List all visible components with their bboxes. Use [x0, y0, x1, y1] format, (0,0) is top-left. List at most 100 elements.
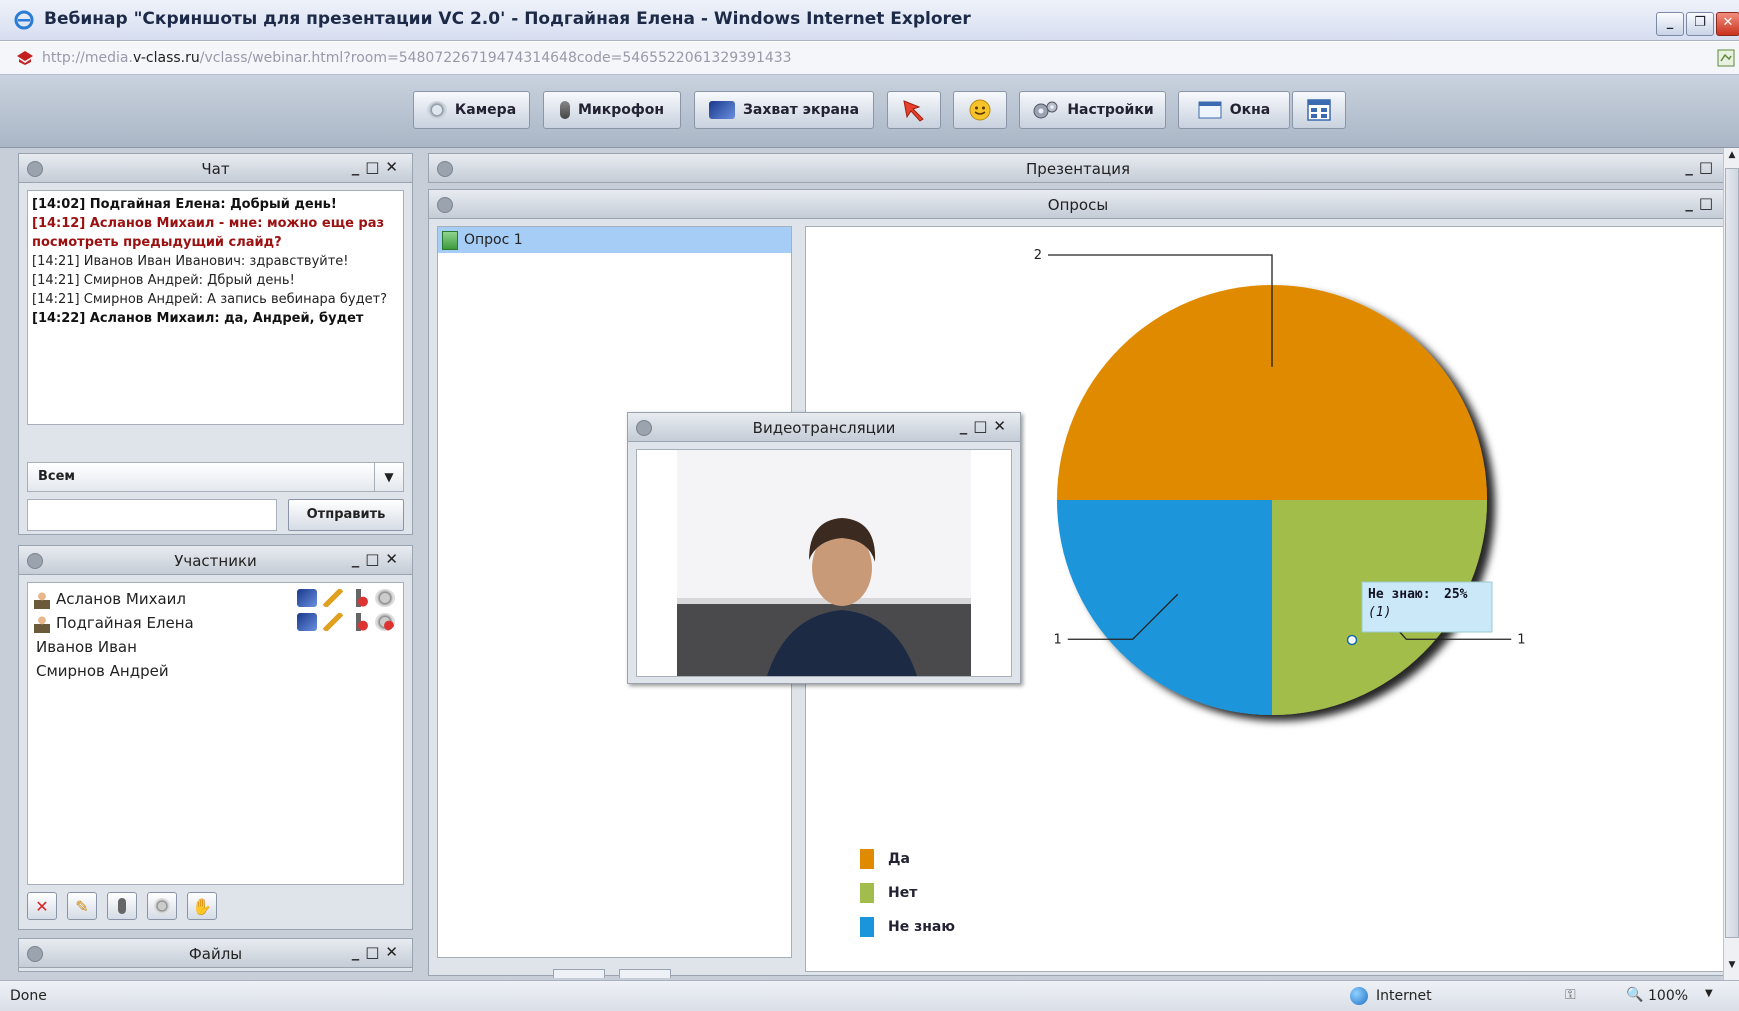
- participant-name: Подгайная Елена: [56, 614, 194, 632]
- remove-user-button[interactable]: ✕: [27, 892, 57, 920]
- pointer-arrow-icon: [903, 100, 924, 122]
- participant-row[interactable]: Подгайная Елена: [34, 611, 399, 635]
- scrollbar-thumb[interactable]: [1725, 168, 1739, 938]
- pencil-icon[interactable]: [323, 613, 343, 631]
- emoticon-button[interactable]: [953, 91, 1007, 129]
- poll-item-label: Опрос 1: [464, 232, 523, 248]
- presentation-panel-header[interactable]: Презентация _□: [429, 154, 1727, 183]
- raise-hand-button[interactable]: ✋: [187, 892, 217, 920]
- settings-button[interactable]: Настройки: [1019, 91, 1166, 129]
- participants-panel: Участники _□✕ Асланов Михаил Подгайная Е…: [18, 545, 413, 930]
- chat-message: [14:21] Смирнов Андрей: А запись вебинар…: [32, 292, 388, 307]
- participants-panel-header[interactable]: Участники _□✕: [19, 546, 412, 575]
- url-text[interactable]: http://media.v-class.ru/vclass/webinar.h…: [42, 50, 792, 66]
- window-title-bar: Вебинар "Скриншоты для презентации VC 2.…: [0, 0, 1739, 41]
- status-text: Done: [10, 988, 47, 1004]
- add-poll-button[interactable]: [553, 969, 605, 978]
- panel-window-controls[interactable]: _□✕: [960, 417, 1012, 435]
- chat-message: [14:21] Иванов Иван Иванович: здравствуй…: [32, 254, 349, 269]
- pointer-button[interactable]: [887, 91, 941, 129]
- windows-icon: [1198, 101, 1222, 119]
- webinar-toolbar: Камера Микрофон Захват экрана Настройки …: [0, 75, 1739, 148]
- panel-window-controls[interactable]: _□: [1685, 158, 1719, 176]
- files-panel-header[interactable]: Файлы _□✕: [19, 939, 412, 968]
- screen-capture-label: Захват экрана: [742, 102, 860, 118]
- chevron-down-icon[interactable]: ▼: [374, 463, 403, 491]
- participant-row[interactable]: Иванов Иван: [34, 635, 399, 659]
- layout-button[interactable]: [1292, 91, 1346, 129]
- microphone-icon[interactable]: [349, 613, 369, 631]
- globe-icon: [1350, 987, 1368, 1005]
- callout-label: 2: [1034, 248, 1042, 263]
- chat-message: [14:21] Смирнов Андрей: Дбрый день!: [32, 273, 295, 288]
- microphone-button[interactable]: Микрофон: [543, 91, 681, 129]
- participant-row[interactable]: Асланов Михаил: [34, 587, 399, 611]
- participant-name: Смирнов Андрей: [36, 662, 169, 680]
- close-button[interactable]: ✕: [1716, 12, 1739, 36]
- microphone-label: Микрофон: [577, 102, 665, 118]
- panel-window-controls[interactable]: _□✕: [352, 943, 404, 961]
- panel-window-controls[interactable]: _□✕: [352, 550, 404, 568]
- legend-label: Не знаю: [888, 919, 955, 935]
- files-panel: Файлы _□✕: [18, 938, 413, 972]
- panel-window-controls[interactable]: _□: [1685, 194, 1719, 212]
- protected-mode-icon[interactable]: ⚿: [1565, 987, 1583, 1005]
- tooltip-count: (1): [1368, 605, 1391, 620]
- legend-item: Нет: [860, 876, 955, 910]
- grant-camera-button[interactable]: [147, 892, 177, 920]
- camera-button[interactable]: Камера: [413, 91, 530, 129]
- polls-panel-header[interactable]: Опросы _□: [429, 190, 1727, 219]
- vertical-scrollbar[interactable]: ▲ ▼: [1723, 148, 1739, 980]
- chevron-down-icon[interactable]: ▼: [1705, 988, 1713, 999]
- windows-label: Окна: [1229, 102, 1271, 118]
- screen-capture-button[interactable]: Захват экрана: [694, 91, 874, 129]
- video-window: Видеотрансляции _□✕: [627, 412, 1021, 684]
- poll-item-selected[interactable]: Опрос 1: [438, 227, 791, 253]
- callout-label: 1: [1053, 632, 1061, 647]
- compatibility-view-icon[interactable]: [1716, 48, 1736, 68]
- video-window-header[interactable]: Видеотрансляции _□✕: [628, 413, 1020, 442]
- pencil-icon: ✎: [75, 896, 89, 916]
- scroll-down-arrow[interactable]: ▼: [1726, 960, 1738, 972]
- window-title: Вебинар "Скриншоты для презентации VC 2.…: [44, 9, 971, 29]
- webcam-icon[interactable]: [375, 613, 395, 631]
- pencil-icon[interactable]: [323, 589, 343, 607]
- webcam-icon: [426, 101, 447, 119]
- chat-panel-header[interactable]: Чат _□✕: [19, 154, 412, 183]
- participant-name: Асланов Михаил: [56, 590, 186, 608]
- chart-legend: Да Нет Не знаю: [860, 842, 955, 944]
- user-icon: [34, 590, 50, 609]
- participant-row[interactable]: Смирнов Андрей: [34, 659, 399, 683]
- user-icon: [34, 614, 50, 633]
- hand-icon: ✋: [192, 896, 212, 916]
- screen-share-icon[interactable]: [297, 613, 317, 631]
- scroll-up-arrow[interactable]: ▲: [1726, 150, 1738, 162]
- address-bar[interactable]: http://media.v-class.ru/vclass/webinar.h…: [0, 42, 1739, 75]
- settings-label: Настройки: [1067, 102, 1154, 118]
- chat-message: [14:02] Подгайная Елена: Добрый день!: [32, 197, 337, 212]
- windows-button[interactable]: Окна: [1178, 91, 1290, 129]
- internet-explorer-icon: [14, 10, 34, 30]
- zoom-icon[interactable]: 🔍: [1626, 987, 1643, 1003]
- recipient-value: Всем: [38, 469, 76, 484]
- layout-grid-icon: [1307, 99, 1331, 121]
- webcam-icon: [154, 898, 170, 914]
- minimize-button[interactable]: _: [1656, 12, 1684, 36]
- presentation-panel: Презентация _□: [428, 153, 1728, 183]
- grant-draw-button[interactable]: ✎: [67, 892, 97, 920]
- video-stream: [636, 449, 1012, 677]
- delete-poll-button[interactable]: [619, 969, 671, 978]
- microphone-icon[interactable]: [349, 589, 369, 607]
- hover-point-marker: [1346, 634, 1358, 646]
- webcam-icon[interactable]: [375, 589, 395, 607]
- grant-microphone-button[interactable]: [107, 892, 137, 920]
- zoom-level[interactable]: 100%: [1648, 988, 1688, 1004]
- panel-window-controls[interactable]: _□✕: [352, 158, 404, 176]
- security-zone-label: Internet: [1376, 988, 1432, 1004]
- restore-button[interactable]: ❐: [1686, 12, 1714, 36]
- send-button[interactable]: Отправить: [288, 499, 404, 531]
- screen-share-icon[interactable]: [297, 589, 317, 607]
- smiley-icon: [969, 99, 991, 121]
- chat-message-input[interactable]: [27, 499, 277, 531]
- recipient-select[interactable]: Всем ▼: [27, 462, 404, 492]
